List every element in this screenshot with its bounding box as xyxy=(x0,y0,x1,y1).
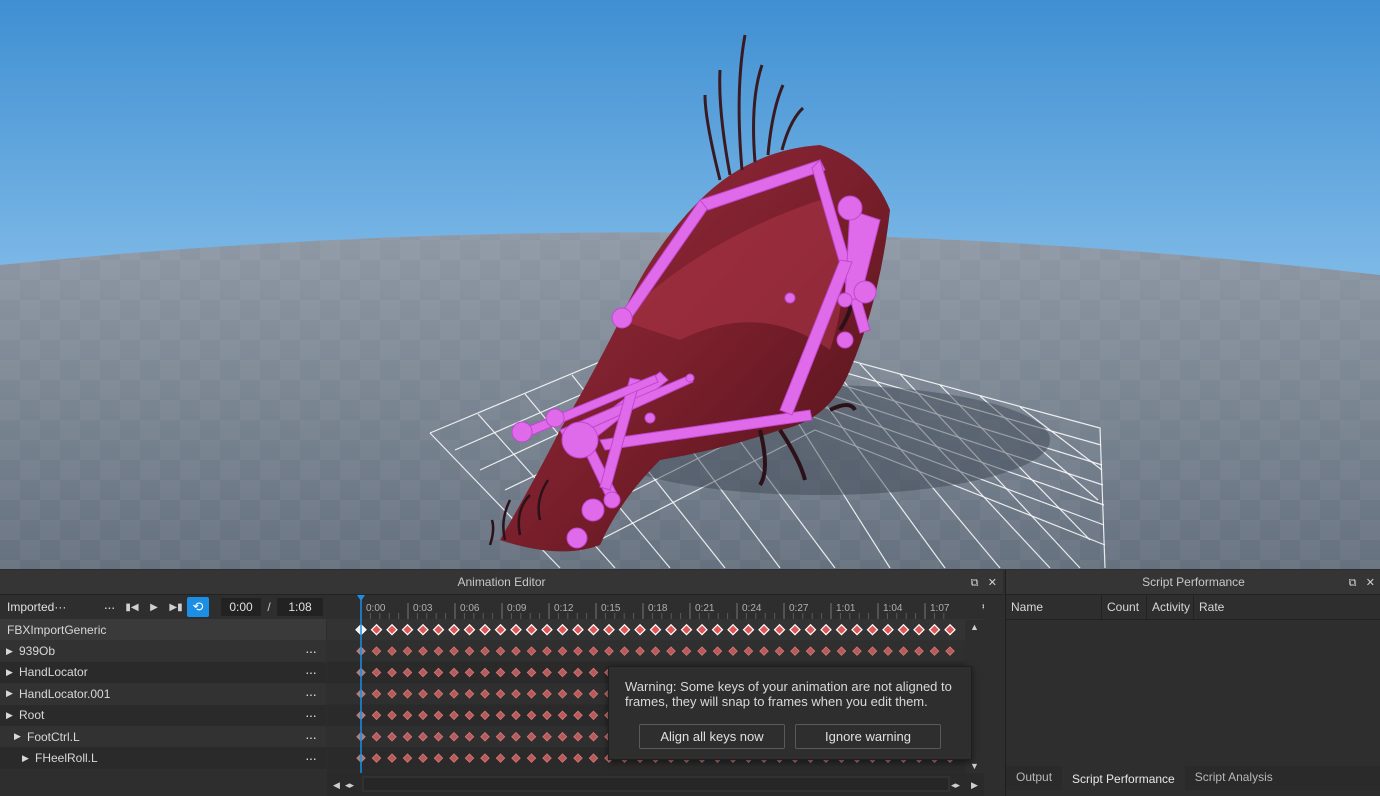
ruler-label: 0:24 xyxy=(742,603,762,614)
ruler-label: 0:21 xyxy=(695,603,715,614)
skip-back-icon[interactable]: ▮◀ xyxy=(121,597,143,617)
close-icon[interactable]: ✕ xyxy=(988,577,997,589)
playback-toolbar: Imported··· ··· ▮◀ ▶ ▶▮ ⟲ 0:00 / 1:08 xyxy=(0,595,326,619)
track-row[interactable]: ▶ FootCtrl.L ··· xyxy=(0,725,326,748)
undock-icon[interactable]: ⧉ xyxy=(971,577,979,589)
tab-script-performance[interactable]: Script Performance xyxy=(1062,766,1185,790)
track-row[interactable]: ▶ Root ··· xyxy=(0,704,326,726)
expand-arrow-icon[interactable]: ▶ xyxy=(22,753,32,764)
track-label: Root xyxy=(19,708,45,723)
scroll-down-icon[interactable]: ▼ xyxy=(965,759,984,773)
tab-output[interactable]: Output xyxy=(1006,766,1062,790)
track-label: HandLocator xyxy=(19,665,88,680)
loop-icon[interactable]: ⟲ xyxy=(187,597,209,617)
track-row[interactable]: ▶ FHeelRoll.L ··· xyxy=(0,747,326,769)
track-row[interactable]: ▶ HandLocator.001 ··· xyxy=(0,683,326,705)
track-row[interactable]: ▶ HandLocator ··· xyxy=(0,661,326,684)
track-options-button[interactable]: ··· xyxy=(305,643,317,659)
track-options-button[interactable]: ··· xyxy=(305,707,317,723)
animation-options-button[interactable]: ··· xyxy=(97,599,121,615)
performance-column-headers: Name Count Activity Rate xyxy=(1006,595,1380,620)
track-label: FHeelRoll.L xyxy=(35,751,98,766)
ruler-label: 0:15 xyxy=(601,603,621,614)
play-icon[interactable]: ▶ xyxy=(143,597,165,617)
current-time-input[interactable]: 0:00 xyxy=(221,598,261,616)
timeline-scrollbar-thumb[interactable] xyxy=(362,776,950,792)
script-performance-title: Script Performance xyxy=(1142,575,1245,589)
ignore-warning-button[interactable]: Ignore warning xyxy=(795,724,941,749)
zoom-handle-icon[interactable]: ◂▸ xyxy=(951,781,961,791)
track-options-button[interactable]: ··· xyxy=(305,664,317,680)
viewport-scene xyxy=(0,0,1380,569)
track-row[interactable]: ▶ 939Ob ··· xyxy=(0,640,326,662)
skip-forward-icon[interactable]: ▶▮ xyxy=(165,597,187,617)
track-label: FootCtrl.L xyxy=(27,729,80,744)
ruler-label: 1:01 xyxy=(836,603,856,614)
scroll-right-icon[interactable]: ▶ xyxy=(971,781,978,791)
3d-viewport[interactable] xyxy=(0,0,1380,569)
script-performance-panel: Script Performance ⧉ ✕ Name Count Activi… xyxy=(1005,570,1380,796)
ruler-label: 0:09 xyxy=(507,603,527,614)
undock-icon[interactable]: ⧉ xyxy=(1349,577,1357,589)
warning-dialog: Warning: Some keys of your animation are… xyxy=(608,666,972,760)
gear-icon[interactable]: ⚙ xyxy=(981,600,984,615)
ruler-label: 0:03 xyxy=(413,603,433,614)
track-label: FBXImportGeneric xyxy=(7,622,107,637)
track-label: HandLocator.001 xyxy=(19,686,111,701)
ruler-label: 0:27 xyxy=(789,603,809,614)
total-time-input[interactable]: 1:08 xyxy=(277,598,323,616)
track-options-button[interactable]: ··· xyxy=(305,750,317,766)
track-list: Imported··· ··· ▮◀ ▶ ▶▮ ⟲ 0:00 / 1:08 FB… xyxy=(0,595,326,796)
column-header-name[interactable]: Name xyxy=(1006,595,1102,619)
script-performance-titlebar: Script Performance ⧉ ✕ xyxy=(1006,570,1380,595)
column-header-count[interactable]: Count xyxy=(1102,595,1147,619)
ruler-label: 0:18 xyxy=(648,603,668,614)
zoom-handle-icon[interactable]: ◂▸ xyxy=(345,781,355,791)
track-options-button[interactable]: ··· xyxy=(305,729,317,745)
expand-arrow-icon[interactable]: ▶ xyxy=(6,688,16,699)
time-separator: / xyxy=(267,600,271,614)
track-row[interactable]: FBXImportGeneric xyxy=(0,619,326,641)
ruler-label: 0:06 xyxy=(460,603,480,614)
expand-arrow-icon[interactable]: ▶ xyxy=(6,710,16,721)
ruler-label: 0:12 xyxy=(554,603,574,614)
ruler-label: 1:04 xyxy=(883,603,903,614)
ruler-label: 0:00 xyxy=(366,603,386,614)
column-header-activity[interactable]: Activity xyxy=(1147,595,1194,619)
animation-editor-title: Animation Editor xyxy=(457,575,546,589)
ruler-end xyxy=(949,595,984,619)
scroll-left-icon[interactable]: ◀ xyxy=(333,781,340,791)
animation-editor-titlebar: Animation Editor ⧉ ✕ xyxy=(0,570,1003,595)
column-header-rate[interactable]: Rate xyxy=(1194,595,1359,619)
ruler-label: 1:07 xyxy=(930,603,950,614)
expand-arrow-icon[interactable]: ▶ xyxy=(6,646,16,657)
expand-arrow-icon[interactable]: ▶ xyxy=(14,731,24,742)
track-label: 939Ob xyxy=(19,644,56,659)
tab-script-analysis[interactable]: Script Analysis xyxy=(1185,766,1283,790)
align-all-keys-button[interactable]: Align all keys now xyxy=(639,724,785,749)
scroll-up-icon[interactable]: ▲ xyxy=(965,620,984,634)
warning-message: Warning: Some keys of your animation are… xyxy=(625,679,952,709)
track-options-button[interactable]: ··· xyxy=(305,686,317,702)
animation-name-dropdown[interactable]: Imported··· xyxy=(0,600,97,614)
bottom-tabs: Output Script Performance Script Analysi… xyxy=(1006,766,1380,790)
close-icon[interactable]: ✕ xyxy=(1366,577,1375,589)
expand-arrow-icon[interactable]: ▶ xyxy=(6,667,16,678)
